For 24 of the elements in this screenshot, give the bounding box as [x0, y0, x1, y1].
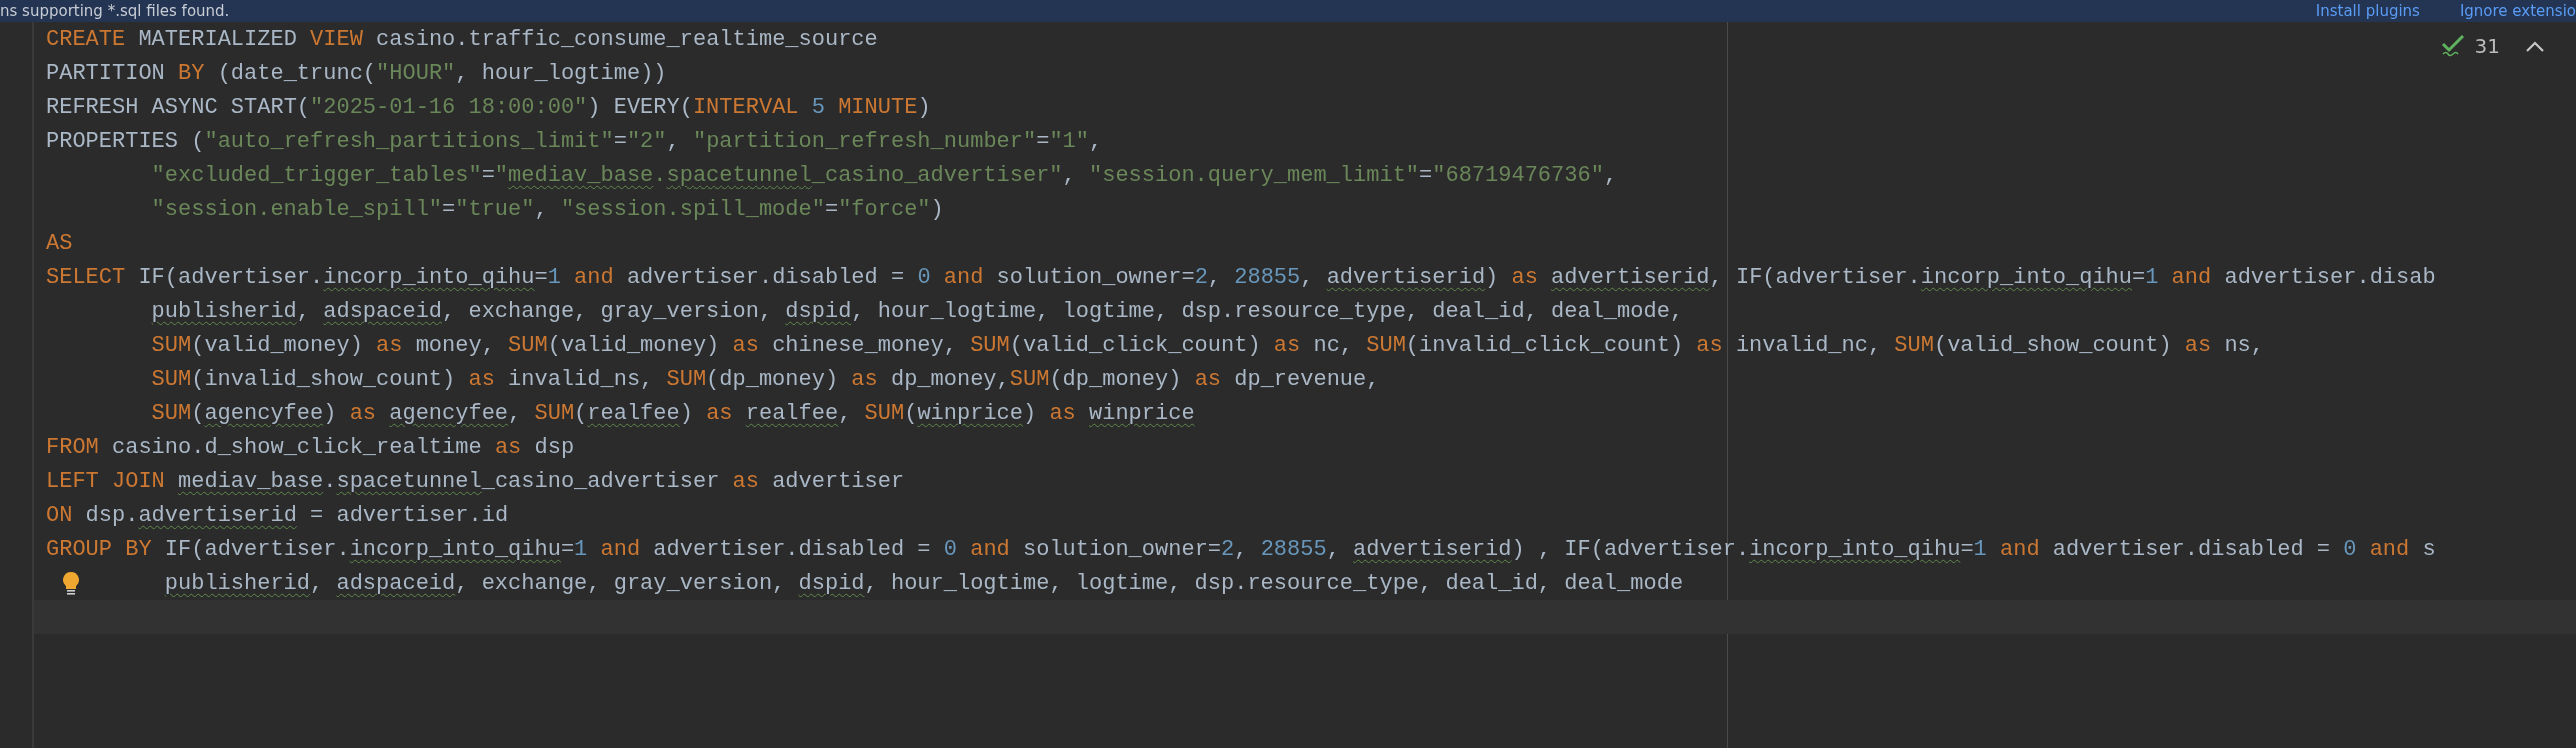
lightbulb-icon[interactable] [62, 571, 80, 595]
inspection-count[interactable]: 31 [2474, 34, 2500, 58]
code-line: SUM(valid_money) as money, SUM(valid_money) as chinese_money, SUM(valid_click_count) as nc, SUM(invalid_click_count) as invalid_nc, SUM(valid_show_count) as ns, [151, 332, 2265, 358]
code-line: LEFT JOIN mediav_base.spacetunnel_casino_advertiser as advertiser [46, 468, 905, 494]
code-line: PROPERTIES ("auto_refresh_partitions_limit"="2", "partition_refresh_number"="1", [46, 128, 1103, 154]
code-line: PARTITION BY (date_trunc("HOUR", hour_logtime)) [46, 60, 667, 86]
code-line: "session.enable_spill"="true", "session.spill_mode"="force") [151, 196, 944, 222]
banner-message: ns supporting *.sql files found. [0, 2, 231, 20]
code-line: "excluded_trigger_tables"="mediav_base.spacetunnel_casino_advertiser", "session.query_mem_limit"="68719476736", [151, 162, 1618, 188]
code-line: publisherid, adspaceid, exchange, gray_version, dspid, hour_logtime, logtime, dsp.resource_type, deal_id, deal_mode, [151, 298, 1684, 324]
code-line: publisherid, adspaceid, exchange, gray_version, dspid, hour_logtime, logtime, dsp.resource_type, deal_id, deal_mode [164, 570, 1684, 596]
code-line: AS [46, 230, 73, 256]
code-line: CREATE MATERIALIZED VIEW casino.traffic_consume_realtime_source [46, 26, 878, 52]
code-line: SUM(agencyfee) as agencyfee, SUM(realfee) as realfee, SUM(winprice) as winprice [151, 400, 1195, 426]
check-icon[interactable] [2440, 35, 2465, 57]
code-line: SELECT IF(advertiser.incorp_into_qihu=1 and advertiser.disabled = 0 and solution_owner=2, 28855, advertiserid) as advertiserid, IF(advertiser.incorp_into_qihu=1 and advertiser.disab [46, 264, 2436, 290]
banner-link[interactable]: Install plugins [2315, 2, 2420, 20]
banner-link[interactable]: Ignore extensio [2459, 2, 2576, 20]
code-line: SUM(invalid_show_count) as invalid_ns, SUM(dp_money) as dp_money,SUM(dp_money) as dp_revenue, [151, 366, 1380, 392]
chevron-up-icon[interactable] [2524, 39, 2546, 53]
code-line: REFRESH ASYNC START("2025-01-16 18:00:00") EVERY(INTERVAL 5 MINUTE) [46, 94, 931, 120]
code-line: GROUP BY IF(advertiser.incorp_into_qihu=1 and advertiser.disabled = 0 and solution_owner=2, 28855, advertiserid) , IF(advertiser.incorp_into_qihu=1 and advertiser.disabled = 0 and s [46, 536, 2436, 562]
code-line: FROM casino.d_show_click_realtime as dsp [46, 434, 575, 460]
code-line: ON dsp.advertiserid = advertiser.id [46, 502, 509, 528]
